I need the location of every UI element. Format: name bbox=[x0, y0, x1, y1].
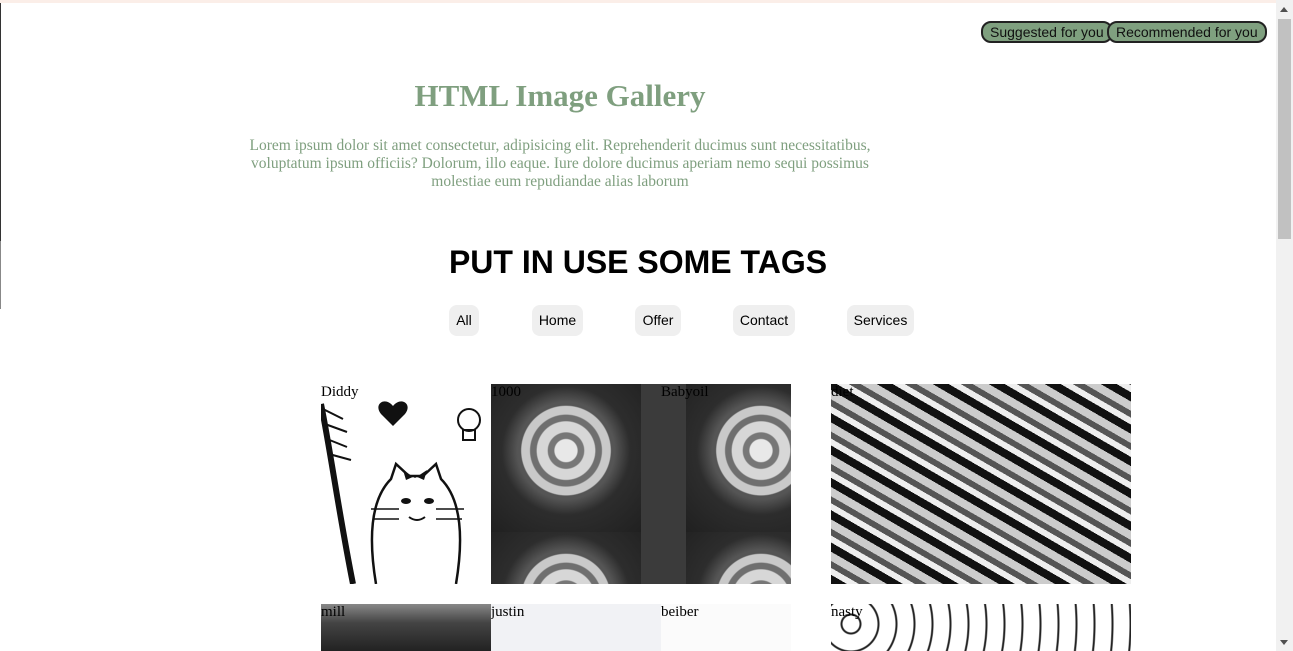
gallery-item-beiber[interactable]: beiber bbox=[661, 604, 791, 651]
gallery-item-label: 1000 bbox=[491, 384, 521, 400]
rose-image bbox=[686, 532, 791, 584]
gallery-item-label: beiber bbox=[661, 604, 699, 620]
gallery-item-diet[interactable]: diet bbox=[831, 384, 1131, 584]
vertical-scrollbar[interactable] bbox=[1276, 0, 1293, 651]
tags-heading: PUT IN USE SOME TAGS bbox=[448, 244, 828, 280]
rose-image bbox=[491, 532, 641, 584]
rose-image bbox=[686, 384, 791, 532]
rose-image bbox=[491, 384, 641, 532]
scroll-up-arrow-icon[interactable] bbox=[1280, 7, 1288, 12]
suggested-for-you-button[interactable]: Suggested for you bbox=[981, 21, 1113, 43]
tag-all[interactable]: All bbox=[449, 305, 479, 336]
intro-text: Lorem ipsum dolor sit amet consectetur, … bbox=[249, 137, 871, 190]
gallery-item-label: mill bbox=[321, 604, 346, 620]
gallery-item-label: diet bbox=[831, 384, 854, 400]
scrollbar-thumb[interactable] bbox=[1278, 19, 1291, 239]
recommended-for-you-button[interactable]: Recommended for you bbox=[1107, 21, 1267, 43]
gallery-item-label: Diddy bbox=[321, 384, 359, 400]
gallery-item-label-babyoil: Babyoil bbox=[661, 384, 709, 400]
gallery-item-label: nasty bbox=[831, 604, 863, 620]
cat-doodle-image bbox=[321, 401, 481, 584]
gallery-item-1000[interactable]: 1000 Babyoil bbox=[491, 384, 791, 584]
gallery-item-label: justin bbox=[491, 604, 525, 620]
scroll-down-arrow-icon[interactable] bbox=[1280, 640, 1288, 645]
gallery-item-justin[interactable]: justin bbox=[491, 604, 661, 651]
tag-services[interactable]: Services bbox=[847, 305, 914, 336]
tag-offer[interactable]: Offer bbox=[635, 305, 681, 336]
tag-contact[interactable]: Contact bbox=[733, 305, 795, 336]
left-edge bbox=[0, 3, 1, 241]
gallery-item-diddy[interactable]: Diddy bbox=[321, 384, 491, 584]
gallery-item-mill[interactable]: mill bbox=[321, 604, 491, 651]
gallery-item-nasty[interactable]: nasty bbox=[831, 604, 1131, 651]
top-border bbox=[0, 0, 1276, 3]
tag-home[interactable]: Home bbox=[532, 305, 583, 336]
page-title: HTML Image Gallery bbox=[414, 78, 706, 113]
